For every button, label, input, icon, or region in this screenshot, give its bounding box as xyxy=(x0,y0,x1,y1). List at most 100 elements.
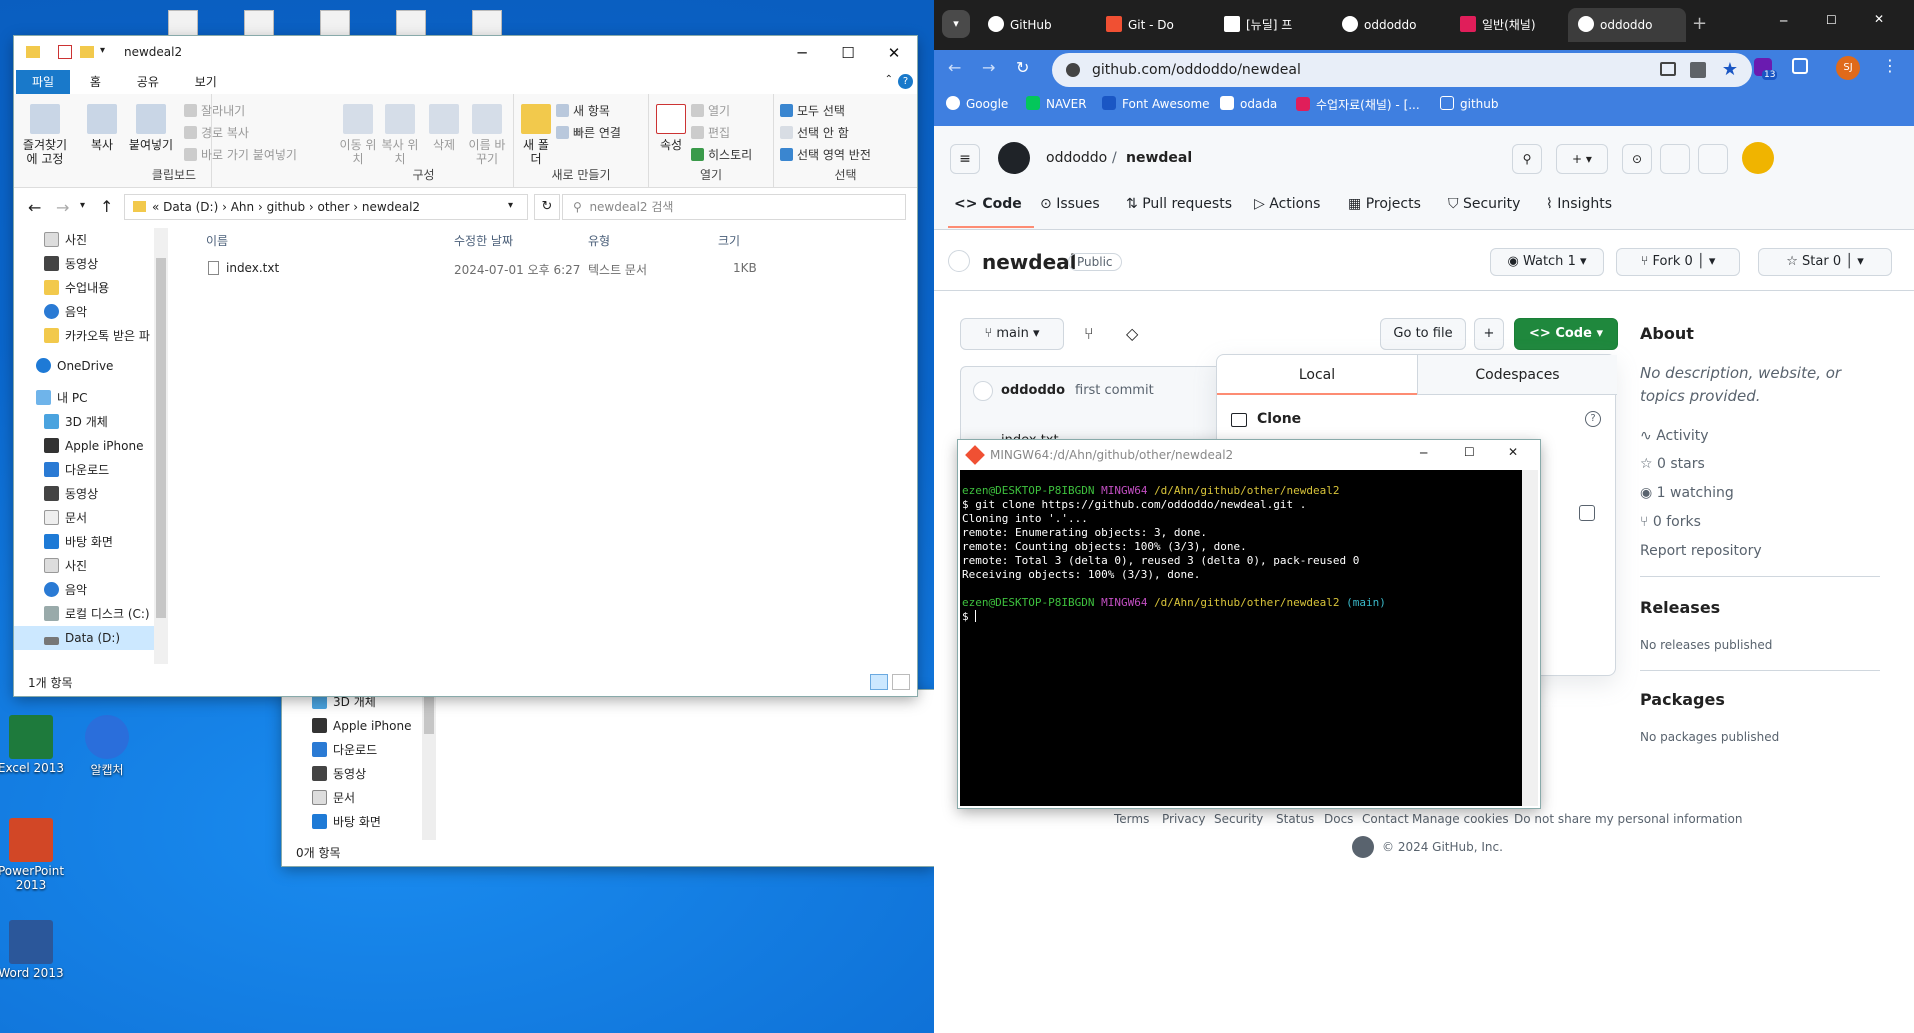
powerpoint-desktop-icon[interactable]: PowerPoint 2013 xyxy=(0,818,66,892)
bookmark-star-icon[interactable]: ★ xyxy=(1722,53,1738,87)
tab-view[interactable]: 보기 xyxy=(179,70,233,94)
install-icon[interactable] xyxy=(1660,62,1676,76)
history-button[interactable]: 히스토리 xyxy=(691,146,752,163)
table-row[interactable]: index.txt 2024-07-01 오후 6:27 텍스트 문서 1KB xyxy=(198,258,758,280)
nav-item-lessons[interactable]: 수업내용 xyxy=(44,276,109,300)
nav-item[interactable]: 문서 xyxy=(312,786,355,810)
chevron-up-icon[interactable]: ⌃ xyxy=(885,74,893,85)
nav-item[interactable]: 다운로드 xyxy=(312,738,377,762)
search-button[interactable]: ⚲ xyxy=(1512,144,1542,174)
url-bar[interactable]: github.com/oddoddo/newdeal ★ xyxy=(1052,53,1752,87)
move-to-button[interactable]: 이동 위치 xyxy=(338,104,378,166)
github-logo-icon[interactable] xyxy=(998,142,1030,174)
maximize-button[interactable]: ☐ xyxy=(1464,445,1475,459)
tab-share[interactable]: 공유 xyxy=(121,70,175,94)
copy-to-button[interactable]: 복사 위치 xyxy=(380,104,420,166)
nav-item[interactable]: Apple iPhone xyxy=(312,714,411,738)
invert-selection-button[interactable]: 선택 영역 반전 xyxy=(780,146,871,163)
bookmark-font-awesome[interactable]: Font Awesome xyxy=(1102,96,1210,111)
excel-desktop-icon[interactable]: Excel 2013 xyxy=(0,715,66,775)
forward-arrow-icon[interactable]: → xyxy=(56,198,69,217)
report-repository-link[interactable]: Report repository xyxy=(1640,543,1762,559)
releases-heading[interactable]: Releases xyxy=(1640,598,1720,617)
star-button[interactable]: ☆ Star 0 │ ▾ xyxy=(1758,248,1892,276)
nav-item-videos[interactable]: 동영상 xyxy=(44,252,98,276)
nav-item-videos-2[interactable]: 동영상 xyxy=(44,482,98,506)
breadcrumb-item[interactable]: newdeal2 xyxy=(362,200,420,214)
terminal-title-bar[interactable]: MINGW64:/d/Ahn/github/other/newdeal2 ─ ☐… xyxy=(958,440,1540,470)
minimize-button[interactable]: ─ xyxy=(779,36,825,70)
pull-requests-icon[interactable] xyxy=(1660,144,1690,174)
tab-code[interactable]: <> Code xyxy=(954,196,1022,212)
footer-link[interactable]: Docs xyxy=(1324,812,1353,826)
address-dropdown-icon[interactable]: ▾ xyxy=(508,200,513,211)
browser-tab[interactable]: GitHub xyxy=(978,8,1092,42)
copy-url-icon[interactable] xyxy=(1579,505,1595,521)
add-file-button[interactable]: + xyxy=(1474,318,1504,350)
breadcrumb-item[interactable]: other xyxy=(318,200,350,214)
menu-kebab-icon[interactable]: ⋮ xyxy=(1882,56,1898,75)
select-none-button[interactable]: 선택 안 함 xyxy=(780,124,849,141)
column-header-date[interactable]: 수정한 날짜 xyxy=(454,232,513,249)
repo-title[interactable]: newdeal xyxy=(982,250,1077,274)
profile-avatar[interactable]: SJ xyxy=(1836,56,1860,80)
tab-actions[interactable]: ▷ Actions xyxy=(1254,196,1320,212)
nav-item-onedrive[interactable]: OneDrive xyxy=(36,354,113,378)
footer-link[interactable]: Do not share my personal information xyxy=(1514,812,1742,826)
browser-tab[interactable]: oddoddo xyxy=(1332,8,1446,42)
explorer-window-background[interactable]: 3D 개체 Apple iPhone 다운로드 동영상 문서 바탕 화면 0개 … xyxy=(282,690,934,866)
close-button[interactable]: ✕ xyxy=(1874,12,1884,26)
search-input[interactable]: ⚲ newdeal2 검색 xyxy=(562,194,906,220)
maximize-button[interactable]: ☐ xyxy=(1826,13,1837,27)
nav-item-music-2[interactable]: 음악 xyxy=(44,578,87,602)
up-arrow-icon[interactable]: ↑ xyxy=(100,197,113,216)
bookmark-naver[interactable]: NAVER xyxy=(1026,96,1087,111)
minimize-button[interactable]: ─ xyxy=(1780,14,1787,28)
stars-link[interactable]: ☆ 0 stars xyxy=(1640,456,1705,472)
reload-icon[interactable]: ↻ xyxy=(1016,58,1029,77)
nav-item-pictures-2[interactable]: 사진 xyxy=(44,554,87,578)
delete-button[interactable]: 삭제 xyxy=(426,104,462,152)
terminal-window[interactable]: MINGW64:/d/Ahn/github/other/newdeal2 ─ ☐… xyxy=(958,440,1540,808)
new-folder-button[interactable]: 새 폴더 xyxy=(518,104,554,166)
github-footer-logo-icon[interactable] xyxy=(1352,836,1374,858)
details-view-icon[interactable] xyxy=(870,674,888,690)
browser-tab-active[interactable]: oddoddo xyxy=(1568,8,1686,42)
breadcrumb-item[interactable]: github xyxy=(267,200,305,214)
tab-security[interactable]: ⛉ Security xyxy=(1448,196,1520,212)
new-tab-button[interactable]: + xyxy=(1692,13,1707,34)
footer-link[interactable]: Status xyxy=(1276,812,1314,826)
tab-codespaces[interactable]: Codespaces xyxy=(1417,355,1617,395)
open-button[interactable]: 열기 xyxy=(691,102,730,119)
select-all-button[interactable]: 모두 선택 xyxy=(780,102,845,119)
paste-shortcut-button[interactable]: 바로 가기 붙여넣기 xyxy=(184,146,297,163)
properties-button[interactable]: 속성 xyxy=(653,104,689,152)
large-icons-view-icon[interactable] xyxy=(892,674,910,690)
translate-icon[interactable] xyxy=(1690,62,1706,78)
watching-link[interactable]: ◉ 1 watching xyxy=(1640,485,1734,501)
nav-item-apple-iphone[interactable]: Apple iPhone xyxy=(44,434,143,458)
tab-insights[interactable]: ⌇ Insights xyxy=(1546,196,1612,212)
nav-item-pictures[interactable]: 사진 xyxy=(44,228,87,252)
word-desktop-icon[interactable]: Word 2013 xyxy=(0,920,66,980)
back-arrow-icon[interactable]: ← xyxy=(948,58,961,77)
commit-author[interactable]: oddoddo xyxy=(1001,383,1065,398)
hamburger-menu-button[interactable]: ≡ xyxy=(950,144,980,174)
title-bar[interactable]: ▾ newdeal2 ─ ☐ ✕ xyxy=(14,36,917,70)
footer-link[interactable]: Security xyxy=(1214,812,1263,826)
tab-projects[interactable]: ▦ Projects xyxy=(1348,196,1421,212)
forks-link[interactable]: ⑂ 0 forks xyxy=(1640,514,1701,530)
footer-link[interactable]: Manage cookies xyxy=(1412,812,1509,826)
properties-quick-icon[interactable] xyxy=(58,45,72,59)
nav-item-music[interactable]: 음악 xyxy=(44,300,87,324)
site-info-icon[interactable] xyxy=(1066,63,1080,77)
nav-item[interactable]: 바탕 화면 xyxy=(312,810,381,834)
bookmark-google[interactable]: Google xyxy=(946,96,1008,111)
browser-tab[interactable]: Git - Do xyxy=(1096,8,1210,42)
branch-selector[interactable]: ⑂ main ▾ xyxy=(960,318,1064,350)
back-arrow-icon[interactable]: ← xyxy=(28,198,41,217)
breadcrumb-item[interactable]: Ahn xyxy=(231,200,254,214)
tab-local[interactable]: Local xyxy=(1217,355,1417,395)
input-line[interactable]: $ xyxy=(962,610,1520,624)
terminal-body[interactable]: ezen@DESKTOP-P8IBGDN MINGW64 /d/Ahn/gith… xyxy=(960,470,1522,806)
